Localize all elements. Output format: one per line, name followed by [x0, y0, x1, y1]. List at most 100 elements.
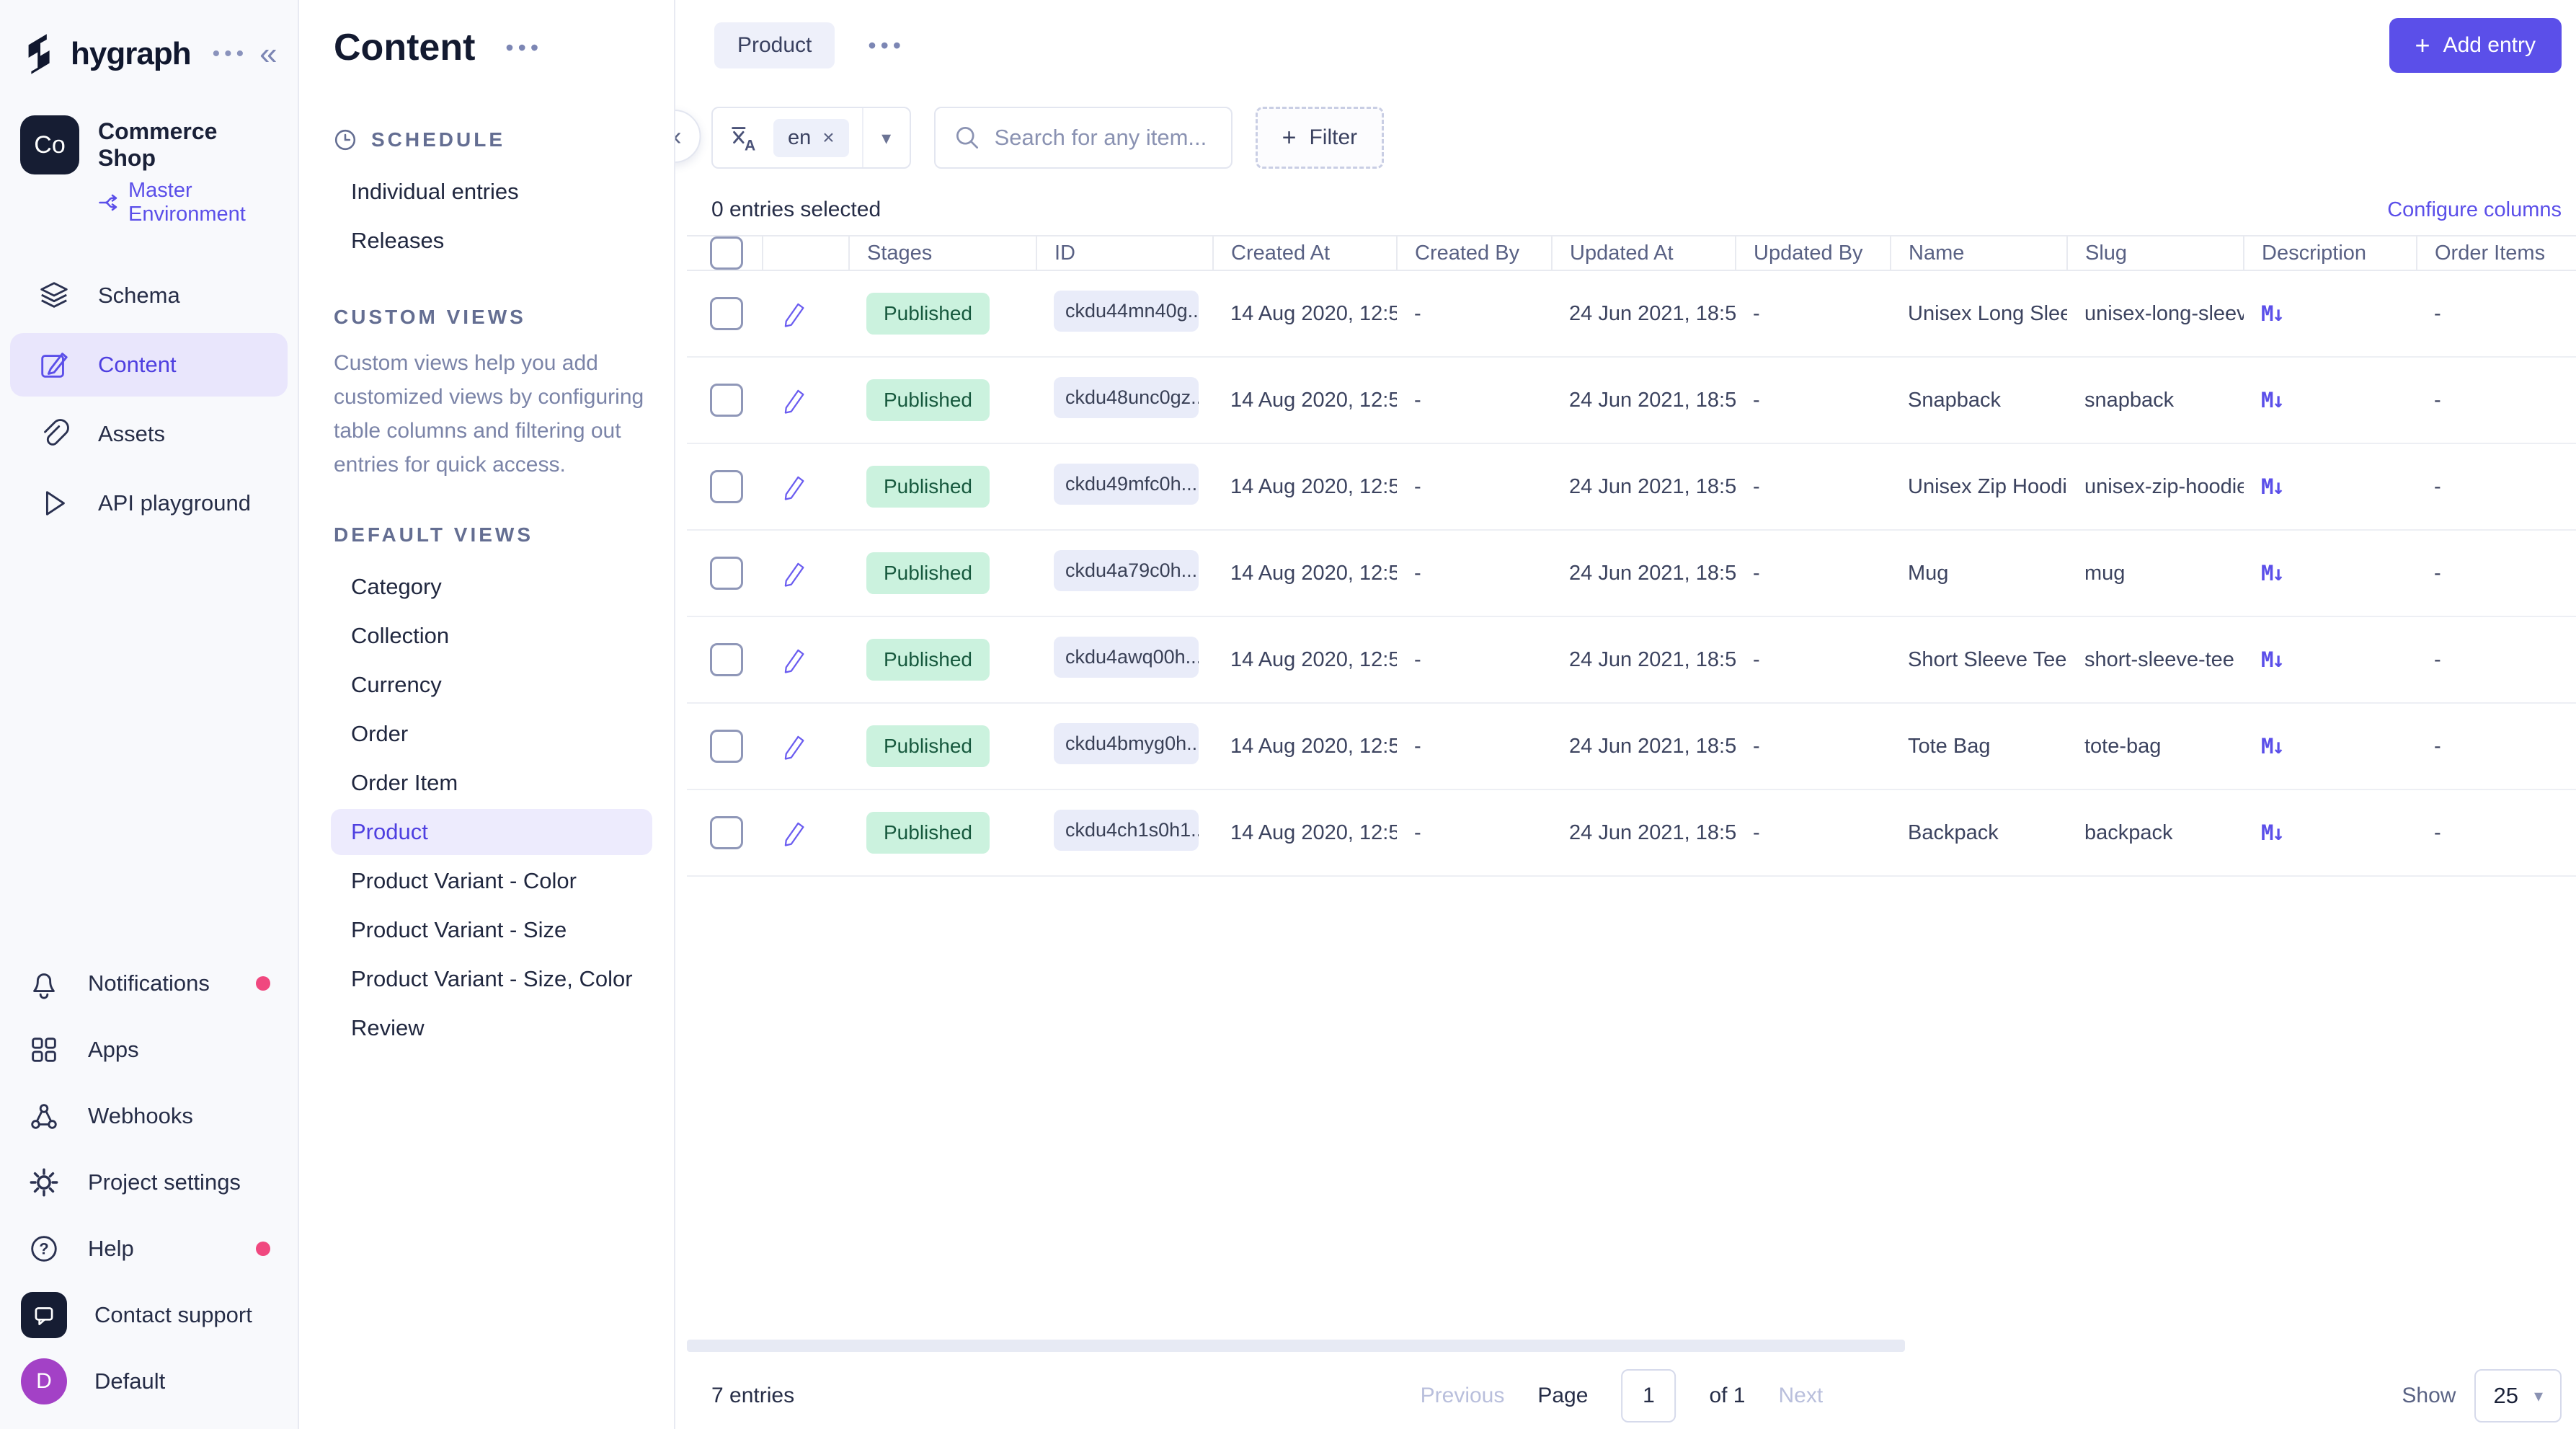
- horizontal-scrollbar[interactable]: [687, 1340, 1905, 1352]
- page-number-input[interactable]: [1621, 1369, 1676, 1423]
- paperclip-icon: [37, 417, 71, 451]
- row-checkbox[interactable]: [710, 297, 743, 330]
- row-checkbox[interactable]: [710, 470, 743, 503]
- sidebar-item-default-profile[interactable]: D Default: [0, 1348, 298, 1415]
- row-checkbox[interactable]: [710, 816, 743, 849]
- remove-locale-icon[interactable]: ×: [822, 126, 834, 149]
- default-view-item[interactable]: Product Variant - Color: [331, 858, 652, 904]
- edit-entry-button[interactable]: [780, 385, 810, 415]
- add-filter-button[interactable]: + Filter: [1256, 107, 1385, 169]
- column-header[interactable]: Slug: [2067, 236, 2244, 270]
- sidebar-item-contact-support[interactable]: Contact support: [0, 1282, 298, 1348]
- row-checkbox[interactable]: [710, 557, 743, 590]
- configure-columns-link[interactable]: Configure columns: [2387, 198, 2562, 222]
- page-size-select[interactable]: 25 ▾: [2474, 1369, 2562, 1423]
- id-chip[interactable]: ckdu4bmyg0h...: [1054, 723, 1199, 764]
- id-chip[interactable]: ckdu48unc0gz...: [1054, 377, 1199, 418]
- default-view-item[interactable]: Review: [331, 1005, 652, 1051]
- stage-badge: Published: [866, 379, 990, 421]
- column-header[interactable]: Name: [1891, 236, 2067, 270]
- row-checkbox[interactable]: [710, 730, 743, 763]
- sidebar-item-apps[interactable]: Apps: [0, 1017, 298, 1083]
- search-input[interactable]: [995, 125, 1214, 151]
- row-checkbox[interactable]: [710, 384, 743, 417]
- column-header[interactable]: Description: [2244, 236, 2417, 270]
- edit-entry-button[interactable]: [780, 472, 810, 502]
- sidebar-item-help[interactable]: ? Help: [0, 1216, 298, 1282]
- sidebar-item-api-playground[interactable]: API playground: [10, 472, 288, 535]
- table-header-row: StagesIDCreated AtCreated ByUpdated AtUp…: [687, 236, 2576, 270]
- logo-text[interactable]: hygraph: [71, 36, 191, 72]
- model-chip-product[interactable]: Product: [714, 22, 835, 68]
- status-row: 0 entries selected Configure columns: [675, 187, 2576, 232]
- add-entry-button[interactable]: + Add entry: [2389, 18, 2562, 73]
- column-header[interactable]: Created By: [1397, 236, 1552, 270]
- sidebar-item-notifications[interactable]: Notifications: [0, 950, 298, 1017]
- default-view-item[interactable]: Product Variant - Size: [331, 907, 652, 953]
- sidebar-item-webhooks[interactable]: Webhooks: [0, 1083, 298, 1149]
- default-view-item[interactable]: Order Item: [331, 760, 652, 806]
- sidebar-item-label: API playground: [98, 490, 251, 516]
- row-checkbox[interactable]: [710, 643, 743, 676]
- column-header[interactable]: Stages: [849, 236, 1036, 270]
- id-chip[interactable]: ckdu4ch1s0h1...: [1054, 810, 1199, 851]
- edit-entry-button[interactable]: [780, 645, 810, 675]
- schedule-item[interactable]: Releases: [331, 218, 652, 264]
- previous-page-button[interactable]: Previous: [1421, 1384, 1505, 1408]
- stage-badge: Published: [866, 552, 990, 594]
- default-view-item[interactable]: Product Variant - Size, Color: [331, 956, 652, 1002]
- edit-entry-button[interactable]: [780, 818, 810, 848]
- pager-controls: Previous Page of 1 Next: [1421, 1369, 1824, 1423]
- description-cell: M↓: [2244, 789, 2417, 876]
- view-more-menu[interactable]: •••: [868, 32, 905, 59]
- edit-entry-button[interactable]: [780, 558, 810, 588]
- sidebar-item-label: Assets: [98, 421, 165, 447]
- default-view-item[interactable]: Currency: [331, 662, 652, 708]
- name-cell: Short Sleeve Tee: [1891, 616, 2067, 703]
- locale-select[interactable]: A en × ▾: [711, 107, 911, 169]
- id-chip[interactable]: ckdu4awq00h...: [1054, 637, 1199, 678]
- org-avatar[interactable]: Co: [20, 115, 79, 174]
- hygraph-logo-icon[interactable]: [22, 33, 59, 75]
- chevron-down-icon[interactable]: ▾: [862, 108, 910, 167]
- pencil-icon: [780, 818, 810, 848]
- column-header[interactable]: Order Items: [2417, 236, 2576, 270]
- sidebar-item-assets[interactable]: Assets: [10, 402, 288, 466]
- column-header[interactable]: Updated By: [1736, 236, 1891, 270]
- column-header[interactable]: ID: [1036, 236, 1213, 270]
- workspace-more-menu[interactable]: •••: [213, 42, 249, 66]
- column-header[interactable]: Created At: [1213, 236, 1397, 270]
- sidebar-item-schema[interactable]: Schema: [10, 264, 288, 327]
- pencil-icon: [780, 645, 810, 675]
- column-header[interactable]: Updated At: [1552, 236, 1736, 270]
- updated-at-cell: 24 Jun 2021, 18:53: [1552, 616, 1736, 703]
- translate-icon: A: [727, 121, 760, 154]
- default-view-item[interactable]: Category: [331, 564, 652, 610]
- name-cell: Mug: [1891, 530, 2067, 616]
- sidebar-item-label: Contact support: [94, 1302, 252, 1328]
- environment-link[interactable]: Master Environment: [98, 179, 277, 226]
- next-page-button[interactable]: Next: [1778, 1384, 1823, 1408]
- schedule-item[interactable]: Individual entries: [331, 169, 652, 215]
- sidebar-item-content[interactable]: Content: [10, 333, 288, 397]
- updated-by-cell: -: [1736, 270, 1891, 357]
- edit-entry-button[interactable]: [780, 298, 810, 329]
- stage-cell: Published: [849, 530, 1036, 616]
- default-view-item[interactable]: Collection: [331, 613, 652, 659]
- id-chip[interactable]: ckdu44mn40g...: [1054, 291, 1199, 332]
- id-cell: ckdu4bmyg0h...: [1036, 703, 1213, 789]
- id-chip[interactable]: ckdu49mfc0h...: [1054, 464, 1199, 505]
- sidebar-item-project-settings[interactable]: Project settings: [0, 1149, 298, 1216]
- row-checkbox-cell: [687, 789, 763, 876]
- custom-views-description: Custom views help you add customized vie…: [334, 346, 654, 482]
- edit-entry-button[interactable]: [780, 731, 810, 761]
- header-checkbox-cell: [687, 236, 763, 270]
- sidebar-collapse-icon[interactable]: «: [259, 38, 277, 70]
- id-chip[interactable]: ckdu4a79c0h...: [1054, 550, 1199, 591]
- content-more-menu[interactable]: •••: [505, 35, 543, 61]
- default-view-item[interactable]: Product: [331, 809, 652, 855]
- default-view-item[interactable]: Order: [331, 711, 652, 757]
- created-at-cell: 14 Aug 2020, 12:56: [1213, 443, 1397, 530]
- select-all-checkbox[interactable]: [710, 236, 743, 270]
- edit-square-icon: [37, 348, 71, 381]
